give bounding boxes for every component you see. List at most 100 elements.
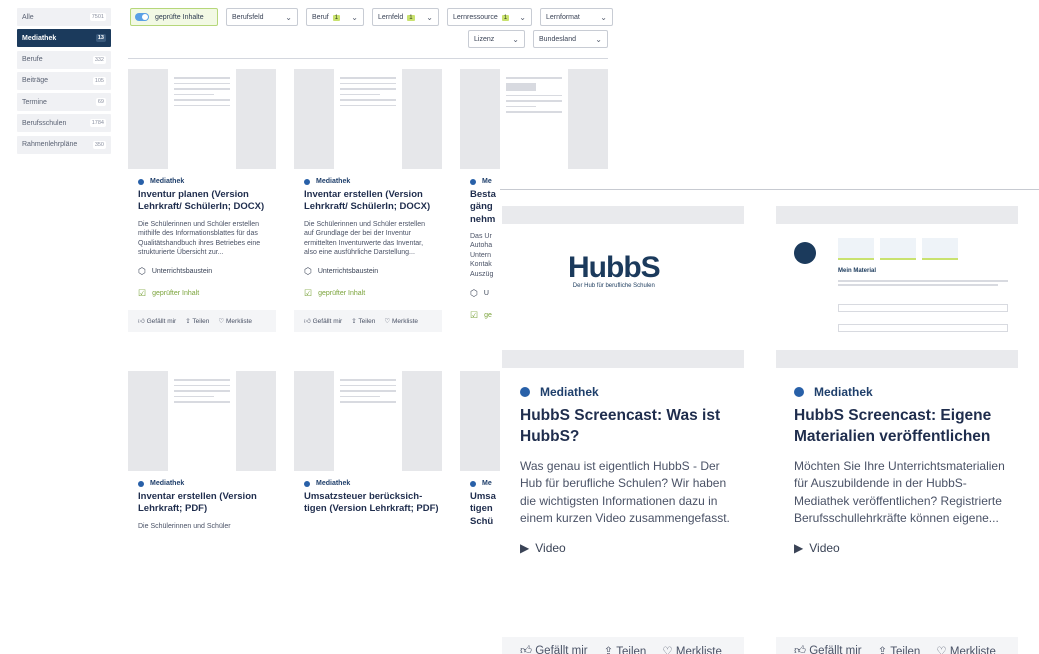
card-actions: 👍︎ Gefällt mir ⇪ Teilen ♡ Merkliste [128, 310, 276, 333]
bookmark-button[interactable]: ♡ Merkliste [218, 317, 252, 325]
card-category: Mediathek [304, 480, 442, 487]
dropdown-label: Beruf [312, 13, 329, 21]
screenshot-heading: Mein Material [838, 268, 877, 274]
category-label: Mediathek [316, 480, 351, 487]
sidebar-item-mediathek[interactable]: Mediathek 13 [17, 29, 111, 48]
heart-icon: ♡ [936, 646, 947, 654]
share-button[interactable]: ⇪ Teilen [604, 644, 647, 654]
category-label: Me [482, 480, 492, 487]
card-title[interactable]: Inventar erstellen (Version Lehrkraft; P… [138, 491, 276, 516]
dropdown-label: Berufsfeld [232, 13, 264, 21]
toggle-switch-icon [135, 13, 149, 21]
card-type: ⬡ Unterrichtsbaustein [138, 266, 276, 277]
filter-beruf[interactable]: Beruf 1 ⌄ [306, 8, 364, 26]
category-dot-icon [138, 480, 144, 487]
toggle-label: geprüfte Inhalte [155, 13, 204, 21]
verified-badge: ☑ geprüfter Inhalt [138, 288, 276, 299]
verified-badge: ☑ geprüfter Inhalt [304, 288, 442, 299]
chevron-down-icon: ⌄ [285, 12, 292, 22]
thumbs-up-icon: 👍︎ [794, 645, 807, 654]
card-category: Mediathek [794, 385, 1018, 399]
sidebar-item-count: 350 [92, 140, 106, 149]
share-icon: ⇪ [603, 646, 614, 654]
category-dot-icon [304, 178, 310, 185]
sidebar-item-alle[interactable]: Alle 7501 [17, 8, 111, 26]
card-title[interactable]: HubbS Screencast: Eigene Materialien ver… [794, 405, 1014, 448]
dropdown-label: Bundesland [539, 35, 576, 43]
like-label: Gefällt mir [312, 318, 343, 326]
sidebar-item-count: 1784 [89, 119, 106, 128]
material-card[interactable]: Mediathek Umsatzsteuer berücksich- tigen… [294, 371, 442, 516]
thumbs-up-icon: 👍︎ [138, 318, 145, 326]
category-dot-icon [138, 178, 144, 185]
category-dot-icon [520, 387, 530, 397]
like-button[interactable]: 👍︎ Gefällt mir [520, 644, 588, 654]
material-card[interactable]: Mediathek Inventar erstellen (Version Le… [294, 69, 442, 333]
filter-bar: geprüfte Inhalte Berufsfeld ⌄ Beruf 1 ⌄ Ler… [130, 8, 613, 26]
filter-lizenz[interactable]: Lizenz ⌄ [468, 30, 525, 48]
like-button[interactable]: 👍︎ Gefällt mir [304, 317, 342, 325]
sidebar-item-beitraege[interactable]: Beiträge 105 [17, 71, 111, 90]
category-label: Mediathek [814, 385, 873, 399]
cube-icon: ⬡ [138, 266, 146, 277]
sidebar-item-count: 105 [92, 76, 106, 85]
document-thumbnail [460, 69, 608, 169]
sidebar-item-termine[interactable]: Termine 69 [17, 93, 111, 112]
bookmark-button[interactable]: ♡ Merkliste [936, 644, 996, 654]
sidebar-item-berufsschulen[interactable]: Berufsschulen 1784 [17, 114, 111, 133]
category-dot-icon [794, 387, 804, 397]
video-play-icon: ▶︎ [794, 541, 804, 556]
filter-count-badge: 1 [407, 14, 415, 21]
card-title[interactable]: Besta gäng nehm [470, 189, 500, 226]
verified-label: geprüfter Inhalt [152, 290, 200, 298]
logo-subtitle: Der Hub für berufliche Schulen [572, 283, 655, 289]
share-label: Teilen [192, 318, 210, 326]
sidebar-item-count: 13 [95, 34, 106, 43]
bookmark-button[interactable]: ♡ Merkliste [662, 644, 722, 654]
material-card-large[interactable]: Mein Material Mediathek HubbS Screencast… [776, 206, 1018, 654]
card-category: Mediathek [138, 480, 276, 487]
bookmark-label: Merkliste [226, 318, 253, 326]
material-card[interactable]: Mediathek Inventar erstellen (Version Le… [128, 371, 276, 530]
material-card-large[interactable]: HubbS Der Hub für berufliche Schulen Med… [502, 206, 744, 654]
chevron-down-icon: ⌄ [600, 12, 607, 22]
card-title[interactable]: Inventur planen (Version Lehrkraft/ Schü… [138, 189, 276, 214]
card-title[interactable]: Inventar erstellen (Version Lehrkraft/ S… [304, 189, 442, 214]
filter-bundesland[interactable]: Bundesland ⌄ [533, 30, 608, 48]
sidebar-item-rahmenlehrplaene[interactable]: Rahmenlehrpläne 350 [17, 135, 111, 154]
card-description: Die Schülerinnen und Schüler erstellen m… [138, 220, 261, 256]
filter-lernressource[interactable]: Lernressource 1 ⌄ [447, 8, 532, 26]
verified-label: geprüfter Inhalt [318, 290, 366, 298]
thumbs-up-icon: 👍︎ [520, 645, 533, 654]
card-title[interactable]: Umsatzsteuer berücksich- tigen (Version … [304, 491, 442, 516]
like-button[interactable]: 👍︎ Gefällt mir [138, 317, 176, 325]
filter-lernfeld[interactable]: Lernfeld 1 ⌄ [372, 8, 439, 26]
card-type: ▶︎ Video [520, 541, 744, 555]
material-card[interactable]: Mediathek Inventur planen (Version Lehrk… [128, 69, 276, 333]
card-description: Die Schülerinnen und Schüler erstellen a… [304, 220, 426, 256]
share-icon: ⇪ [877, 646, 888, 654]
document-thumbnail [294, 371, 442, 471]
card-title[interactable]: HubbS Screencast: Was ist HubbS? [520, 405, 740, 448]
share-button[interactable]: ⇪ Teilen [185, 317, 209, 325]
share-label: Teilen [358, 318, 376, 326]
filter-bar-row-2: Lizenz ⌄ Bundesland ⌄ [468, 30, 608, 48]
thumbs-up-icon: 👍︎ [304, 318, 311, 326]
share-button[interactable]: ⇪ Teilen [878, 644, 921, 654]
sidebar-item-berufe[interactable]: Berufe 332 [17, 50, 111, 69]
filter-berufsfeld[interactable]: Berufsfeld ⌄ [226, 8, 298, 26]
sidebar-item-label: Berufsschulen [22, 119, 67, 127]
like-button[interactable]: 👍︎ Gefällt mir [794, 644, 862, 654]
category-label: Mediathek [316, 178, 351, 185]
heart-icon: ♡ [384, 318, 391, 326]
filter-lernformat[interactable]: Lernformat ⌄ [540, 8, 613, 26]
card-description: Die Schülerinnen und Schüler [138, 522, 231, 530]
category-label: Mediathek [540, 385, 599, 399]
share-button[interactable]: ⇪ Teilen [351, 317, 375, 325]
share-label: Teilen [616, 646, 647, 654]
category-dot-icon [470, 178, 476, 185]
verified-content-toggle[interactable]: geprüfte Inhalte [130, 8, 218, 26]
bookmark-button[interactable]: ♡ Merkliste [384, 317, 418, 325]
card-type-label: Video [535, 541, 566, 556]
card-title[interactable]: Umsa tigen Schü [470, 491, 500, 528]
